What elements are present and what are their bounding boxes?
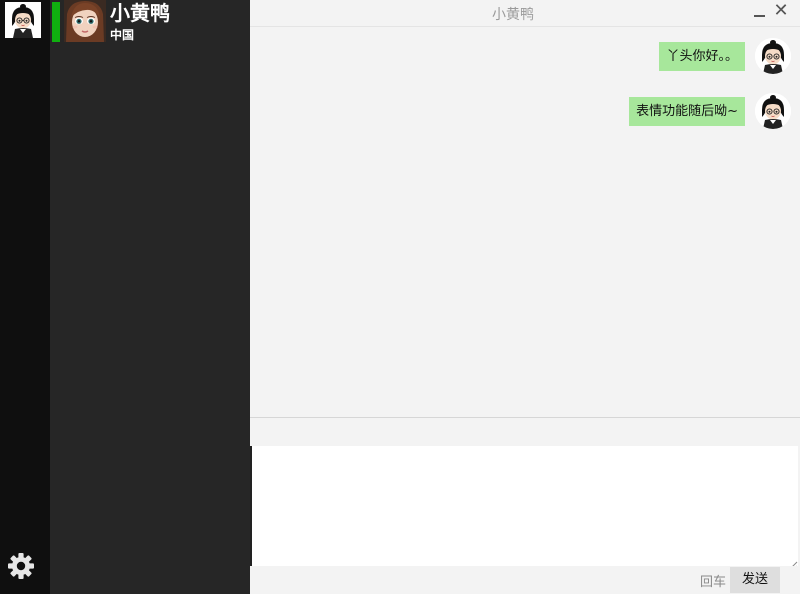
- minimize-icon[interactable]: [753, 4, 767, 20]
- message-input[interactable]: [250, 446, 798, 566]
- input-toolbar: [250, 418, 800, 446]
- send-button[interactable]: 发送: [730, 567, 780, 593]
- sender-avatar: [755, 38, 791, 74]
- contact-avatar: [64, 0, 106, 42]
- left-rail: [0, 0, 50, 594]
- message-bubble: 丫头你好。。: [659, 42, 745, 71]
- close-icon[interactable]: ✕: [772, 1, 790, 21]
- chat-footer: 回车 发送: [250, 566, 800, 594]
- contact-location: 中国: [110, 28, 135, 42]
- chat-pane: 小黄鸭 ✕ 丫头你好。。 表情功能随后呦~ 回车 发送: [250, 0, 800, 594]
- message-list: 丫头你好。。 表情功能随后呦~: [250, 28, 800, 416]
- sender-avatar: [755, 93, 791, 129]
- online-status-indicator: [52, 2, 60, 42]
- settings-gear-icon[interactable]: [7, 552, 35, 580]
- chat-titlebar[interactable]: 小黄鸭 ✕: [250, 0, 800, 27]
- message-bubble: 表情功能随后呦~: [629, 97, 745, 126]
- message-item: 丫头你好。。: [250, 38, 800, 82]
- self-avatar[interactable]: [5, 2, 41, 38]
- contact-list: 小黄鸭 中国: [50, 0, 250, 594]
- message-item: 表情功能随后呦~: [250, 93, 800, 137]
- resize-grip-icon[interactable]: [788, 555, 798, 570]
- chat-title: 小黄鸭: [492, 7, 534, 23]
- contact-item[interactable]: 小黄鸭 中国: [50, 0, 250, 42]
- contact-name: 小黄鸭: [110, 1, 170, 25]
- chat-app-window: 小黄鸭 中国 小黄鸭 ✕ 丫头你好。。 表情功能随后呦~ 回车 发送: [0, 0, 800, 594]
- enter-key-hint: 回车: [700, 575, 727, 590]
